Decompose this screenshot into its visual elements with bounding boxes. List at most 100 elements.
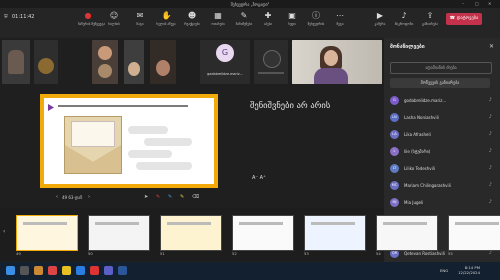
pen-blue-icon[interactable]: ✎ <box>168 194 172 200</box>
next-slide-icon[interactable]: › <box>88 194 90 200</box>
search-icon[interactable] <box>20 266 29 275</box>
slide-thumbnail[interactable] <box>88 215 150 251</box>
highlighter-icon[interactable]: ✎ <box>180 194 184 200</box>
slide-letter <box>71 121 115 147</box>
pointer-icon[interactable]: ➤ <box>144 194 148 200</box>
toolbar-rooms-button[interactable]: ▦ ოთახები <box>208 11 228 26</box>
more-icon: ⋯ <box>336 11 344 20</box>
participant-row[interactable]: MJ Mia Jugeli ♪ <box>390 196 494 210</box>
participant-row[interactable]: Ggodabrelidze.mariz... ♪ <box>390 94 494 108</box>
toolbar-mic-button[interactable]: ♪ მიკროფონი <box>394 11 414 26</box>
maximize-icon[interactable]: □ <box>475 1 479 6</box>
slide-number: 52 <box>232 251 237 256</box>
folder-icon[interactable] <box>62 266 71 275</box>
participant-name: Lasha Noniashvili <box>404 115 439 120</box>
close-icon[interactable]: ✕ <box>488 1 491 6</box>
toolbar-raise-hand-button[interactable]: ✋ ხელის აწევა <box>156 11 176 26</box>
thumbnail-content <box>239 222 283 225</box>
slide-thumbnail[interactable] <box>448 215 500 251</box>
avatar: LA <box>390 130 399 139</box>
font-size-controls[interactable]: A⁻ A⁺ <box>252 175 266 181</box>
video-tile-5[interactable] <box>150 40 176 84</box>
shared-slide[interactable] <box>44 98 214 184</box>
notes-empty-text: შენიშვნები არ არის <box>250 101 331 111</box>
clock-date: 12/22/2024 <box>458 270 480 275</box>
toolbar-label: კამერა <box>374 22 386 26</box>
toolbar-more-button[interactable]: ⋯ მეტი <box>330 11 350 26</box>
app-icon-2[interactable] <box>48 266 57 275</box>
participant-row[interactable]: Llile (სტუმარი) ♪ <box>390 145 494 159</box>
presenter-tile[interactable]: G godabrelidze.mariz... <box>200 40 250 84</box>
thumbnail-content <box>455 222 499 225</box>
participant-row[interactable]: LT Liliko Tedeshvili ♪ <box>390 162 494 176</box>
participant-silhouette <box>98 64 112 78</box>
participant-row[interactable]: LN Lasha Noniashvili ♪ <box>390 111 494 125</box>
mic-icon: ♪ <box>488 148 492 154</box>
eraser-icon[interactable]: ⌫ <box>192 194 199 200</box>
toolbar-meeting-info-button[interactable]: ⓘ შეხვედრის <box>306 11 326 26</box>
toolbar-reactions-button[interactable]: ☻ რეაქციები <box>182 11 202 26</box>
leave-button[interactable]: ☎ დატოვება <box>446 13 482 25</box>
toolbar-record-button[interactable]: ● ჩაწერის შეწყვეტა <box>78 11 105 26</box>
reactions-icon: ☻ <box>187 11 197 20</box>
app-icon-1[interactable] <box>34 266 43 275</box>
slide-number: 49 <box>16 251 21 256</box>
camera-icon: ▶ <box>376 11 384 20</box>
scroll-left-icon[interactable]: ‹ <box>3 228 5 235</box>
toolbar-label: მეტი <box>336 22 344 26</box>
toolbar-chat-button[interactable]: ✉ ჩატი <box>130 11 150 26</box>
video-tile-2[interactable] <box>34 40 58 84</box>
slide-bubble-1 <box>128 126 168 134</box>
toolbar-people-button[interactable]: ☺ ხალხის <box>104 11 124 26</box>
slide-thumbnail[interactable] <box>16 215 78 251</box>
slide-pager: ‹ 49 63-დან › ➤ ✎ ✎ ✎ ⌫ <box>40 193 218 203</box>
app-icon-3[interactable] <box>90 266 99 275</box>
slide-thumbnail[interactable] <box>160 215 222 251</box>
participant-row[interactable]: MC Mariam Chilingarashvili ♪ <box>390 179 494 193</box>
browser-icon[interactable] <box>76 266 85 275</box>
prev-slide-icon[interactable]: ‹ <box>56 194 58 200</box>
view-icon: ▣ <box>288 11 296 20</box>
toolbar-label: ხედი <box>288 22 296 26</box>
close-panel-icon[interactable]: ✕ <box>489 43 494 50</box>
toolbar-share-button[interactable]: ⇪ გაზიარება <box>420 11 440 26</box>
toolbar-notes-button[interactable]: ✎ ჩანიშვნები <box>234 11 254 26</box>
toolbar-label: შეხვედრის <box>307 22 325 26</box>
toolbar-label: ჩატი <box>136 22 144 26</box>
thumbnail-content <box>167 222 211 225</box>
minimize-icon[interactable]: – <box>462 1 464 6</box>
participant-silhouette <box>128 62 140 76</box>
avatar: LT <box>390 164 399 173</box>
system-clock[interactable]: 8:14 PM 12/22/2024 <box>458 265 480 275</box>
participant-search-input[interactable]: ადამიანის ძიება <box>390 62 492 74</box>
language-indicator[interactable]: ENG <box>440 268 448 273</box>
toolbar-label: აპები <box>263 22 273 26</box>
toolbar-label: ჩანიშვნები <box>235 22 253 26</box>
participant-row[interactable]: LA Lika Afrasheli ♪ <box>390 128 494 142</box>
slide-bubble-2 <box>144 138 192 146</box>
share-icon: ⇪ <box>426 11 434 20</box>
slide-bubble-3 <box>128 150 172 158</box>
mic-icon: ♪ <box>488 182 492 188</box>
teams-icon[interactable] <box>104 266 113 275</box>
speaker-video-tile[interactable] <box>292 40 382 84</box>
toolbar-view-button[interactable]: ▣ ხედი <box>282 11 302 26</box>
word-icon[interactable] <box>118 266 127 275</box>
slide-thumbnail[interactable] <box>376 215 438 251</box>
video-tile-3[interactable] <box>92 40 118 84</box>
share-invite-button[interactable]: მოწვევის გაზიარება <box>390 78 490 88</box>
participant-name: lile (სტუმარი) <box>404 149 431 154</box>
slide-bullet-icon <box>48 104 54 111</box>
pen-red-icon[interactable]: ✎ <box>156 194 160 200</box>
slide-thumbnail[interactable] <box>304 215 366 251</box>
toolbar-camera-button[interactable]: ▶ კამერა <box>370 11 390 26</box>
audio-tile[interactable] <box>254 40 288 84</box>
panel-title: მონაწილეები <box>390 44 425 50</box>
video-tile-4[interactable] <box>124 40 144 84</box>
slide-bubble-4 <box>136 162 192 170</box>
start-icon[interactable] <box>6 266 15 275</box>
slide-thumbnail[interactable] <box>232 215 294 251</box>
toolbar-apps-button[interactable]: ✚ აპები <box>258 11 278 26</box>
video-tile-1[interactable] <box>2 40 30 84</box>
page-indicator: 49 63-დან <box>62 195 83 200</box>
